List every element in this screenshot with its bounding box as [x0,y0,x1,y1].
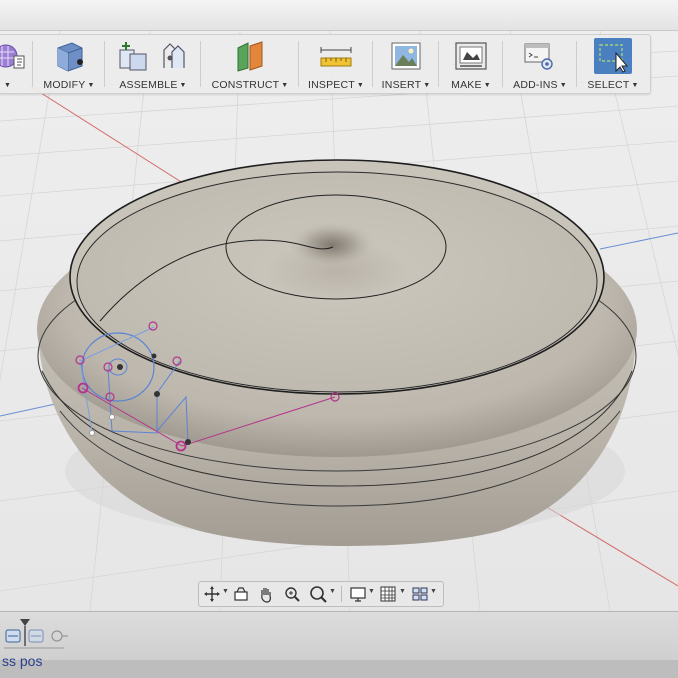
toolbar-separator [438,41,439,87]
timeline-panel [0,611,678,661]
toolbar-group-assemble[interactable]: ASSEMBLE ▼ [108,35,198,93]
navbar-separator [341,586,342,602]
toolbar-separator [32,41,33,87]
puck-model[interactable] [37,159,637,546]
playhead-marker-icon [20,619,30,626]
toolbar-label-assemble: ASSEMBLE [119,79,178,91]
inspect-ruler-icon [320,47,352,67]
timeline-track[interactable] [2,616,72,656]
window-title-bar [0,0,678,31]
modify-box-icon [57,42,83,72]
sketch-point-fixed[interactable] [151,353,157,359]
toolbar-label-insert: INSERT [381,79,422,91]
toolbar-group-select[interactable]: SELECT ▼ [580,35,646,93]
toolbar-separator [200,41,201,87]
navigation-bar: ▼ ▼ ▼ ▼ ▼ [198,581,444,607]
status-bar: ss pos [0,653,678,678]
assemble-component-icon [119,42,185,71]
toolbar-group-modify[interactable]: MODIFY ▼ [36,35,102,93]
toolbar-group-create[interactable]: ▼ [0,35,30,93]
display-settings-icon[interactable] [349,585,367,603]
zoom-window-icon[interactable] [283,585,301,603]
toolbar-group-insert[interactable]: INSERT ▼ [376,35,436,93]
make-printer-icon [455,42,487,70]
status-text: ss pos [2,653,43,669]
component-feature-icon [5,629,21,643]
canvas-svg[interactable] [0,31,678,611]
top-face [76,171,598,393]
toolbar-label-addins: ADD-INS [513,79,558,91]
main-toolbar: ▼ MODIFY ▼ ASSEMBLE ▼ CONSTRUCT ▼ INSPEC… [0,34,651,94]
addins-script-icon [524,43,553,70]
toolbar-label-inspect: INSPECT [307,79,355,91]
zoom-icon[interactable] [309,585,327,603]
toolbar-group-make[interactable]: MAKE ▼ [442,35,500,93]
insert-image-icon [391,42,421,70]
canvas-viewport[interactable] [0,31,678,611]
toolbar-separator [372,41,373,87]
toolbar-label-select: SELECT [587,79,630,91]
toolbar-label-modify: MODIFY [43,79,86,91]
toolbar-label-make: MAKE [451,79,482,91]
sketch-point-fixed[interactable] [185,439,191,445]
sketch-point-open[interactable] [89,430,95,436]
toolbar-group-addins[interactable]: ADD-INS ▼ [506,35,574,93]
construct-plane-icon [237,41,263,72]
toolbar-label-construct: CONSTRUCT [211,79,280,91]
toolbar-separator [502,41,503,87]
pan-hand-icon[interactable] [257,585,275,603]
orbit-icon[interactable] [203,585,221,603]
look-at-icon[interactable] [232,585,250,603]
toolbar-group-inspect[interactable]: INSPECT ▼ [302,35,370,93]
joint-feature-icon [51,630,68,642]
sketch-point-fixed[interactable] [154,391,160,397]
toolbar-separator [576,41,577,87]
toolbar-separator [104,41,105,87]
grid-icon[interactable] [379,585,397,603]
toolbar-group-construct[interactable]: CONSTRUCT ▼ [204,35,296,93]
sketch-point-open[interactable] [109,414,115,420]
component-feature-icon [28,629,44,643]
viewports-icon[interactable] [411,585,429,603]
select-cursor-icon [599,44,629,73]
toolbar-separator [298,41,299,87]
sketch-point-fixed[interactable] [117,364,123,370]
create-sheetmetal-icon [0,44,25,69]
